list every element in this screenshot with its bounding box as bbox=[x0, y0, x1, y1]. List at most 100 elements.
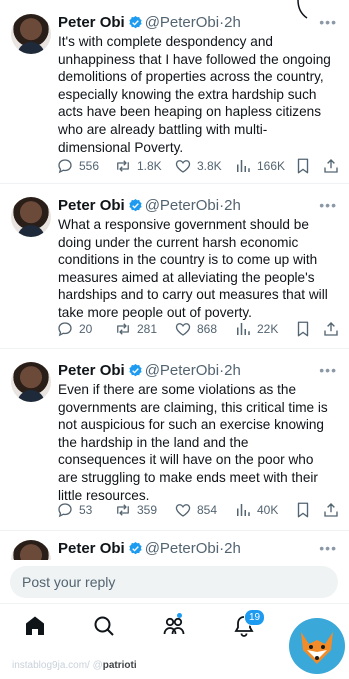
watermark-name: patrioti bbox=[102, 660, 137, 671]
tweet-text: It's with complete despondency and unhap… bbox=[58, 34, 331, 155]
repost-count: 1.8K bbox=[137, 159, 162, 173]
tweet-time[interactable]: 2h bbox=[224, 197, 241, 214]
verified-icon bbox=[129, 15, 142, 29]
views-button[interactable]: 166K bbox=[234, 157, 285, 175]
fox-icon bbox=[301, 632, 333, 664]
verified-icon bbox=[129, 198, 142, 212]
tweet[interactable]: Peter Obi @PeterObi·2h ••• Even if there … bbox=[0, 348, 349, 528]
tweet[interactable]: Peter Obi @PeterObi·2h ••• What a respons… bbox=[0, 183, 349, 348]
reply-count: 53 bbox=[79, 503, 93, 517]
author-name[interactable]: Peter Obi bbox=[58, 14, 125, 31]
share-icon bbox=[322, 157, 340, 175]
nav-home[interactable] bbox=[23, 614, 47, 643]
views-count: 40K bbox=[257, 503, 279, 517]
author-name[interactable]: Peter Obi bbox=[58, 540, 125, 557]
reply-count: 556 bbox=[79, 159, 100, 173]
author-handle: @PeterObi bbox=[144, 197, 220, 214]
tweet-header: Peter Obi @PeterObi·2h bbox=[58, 540, 241, 558]
avatar[interactable] bbox=[11, 362, 51, 402]
tweet[interactable]: Peter Obi @PeterObi·2h ••• bbox=[0, 526, 349, 560]
timeline: Peter Obi @PeterObi·2h ••• It's with comp… bbox=[0, 0, 349, 560]
share-icon bbox=[322, 320, 340, 338]
reply-placeholder: Post your reply bbox=[22, 574, 116, 590]
more-icon[interactable]: ••• bbox=[319, 362, 337, 378]
views-icon bbox=[234, 157, 252, 175]
bookmark-button[interactable] bbox=[294, 320, 312, 338]
author-name[interactable]: Peter Obi bbox=[58, 197, 125, 214]
more-icon[interactable]: ••• bbox=[319, 197, 337, 213]
repost-count: 359 bbox=[137, 503, 158, 517]
like-button[interactable]: 868 bbox=[174, 320, 217, 338]
share-button[interactable] bbox=[322, 157, 340, 175]
repost-count: 281 bbox=[137, 322, 158, 336]
bookmark-icon bbox=[294, 157, 312, 175]
verified-icon bbox=[129, 363, 142, 377]
like-icon bbox=[174, 501, 192, 519]
repost-button[interactable]: 359 bbox=[114, 501, 157, 519]
repost-icon bbox=[114, 320, 132, 338]
reply-button[interactable]: 53 bbox=[56, 501, 92, 519]
verified-icon bbox=[129, 541, 142, 555]
like-count: 868 bbox=[197, 322, 218, 336]
reply-button[interactable]: 20 bbox=[56, 320, 92, 338]
like-icon bbox=[174, 320, 192, 338]
like-button[interactable]: 3.8K bbox=[174, 157, 222, 175]
tweet-actions: 556 1.8K 3.8K 166K bbox=[56, 157, 340, 179]
reply-button[interactable]: 556 bbox=[56, 157, 99, 175]
tweet-actions: 53 359 854 40K bbox=[56, 501, 340, 523]
views-button[interactable]: 40K bbox=[234, 501, 278, 519]
new-indicator-dot bbox=[177, 613, 182, 618]
tweet-text: Even if there are some violations as the… bbox=[58, 382, 328, 503]
author-handle: @PeterObi bbox=[144, 14, 220, 31]
tweet-header: Peter Obi @PeterObi·2h bbox=[58, 362, 241, 380]
like-icon bbox=[174, 157, 192, 175]
home-icon bbox=[26, 616, 44, 635]
like-button[interactable]: 854 bbox=[174, 501, 217, 519]
tweet-time[interactable]: 2h bbox=[224, 540, 241, 557]
like-count: 854 bbox=[197, 503, 218, 517]
like-count: 3.8K bbox=[197, 159, 222, 173]
author-name[interactable]: Peter Obi bbox=[58, 362, 125, 379]
avatar[interactable] bbox=[11, 14, 51, 54]
repost-button[interactable]: 281 bbox=[114, 320, 157, 338]
author-handle: @PeterObi bbox=[144, 540, 220, 557]
watermark: instablog9ja.com/ @patrioti bbox=[12, 660, 137, 671]
repost-icon bbox=[114, 157, 132, 175]
tweet[interactable]: Peter Obi @PeterObi·2h ••• It's with comp… bbox=[0, 0, 349, 180]
views-button[interactable]: 22K bbox=[234, 320, 278, 338]
reply-input[interactable]: Post your reply bbox=[10, 566, 338, 598]
author-handle: @PeterObi bbox=[144, 362, 220, 379]
nav-communities[interactable] bbox=[162, 613, 186, 643]
repost-button[interactable]: 1.8K bbox=[114, 157, 162, 175]
reply-count: 20 bbox=[79, 322, 93, 336]
communities-icon bbox=[163, 617, 185, 635]
bookmark-icon bbox=[294, 320, 312, 338]
avatar[interactable] bbox=[11, 197, 51, 237]
reply-icon bbox=[56, 157, 74, 175]
tweet-text: What a responsive government should be d… bbox=[58, 217, 328, 320]
bookmark-button[interactable] bbox=[294, 157, 312, 175]
share-button[interactable] bbox=[322, 320, 340, 338]
share-icon bbox=[322, 501, 340, 519]
reply-icon bbox=[56, 320, 74, 338]
bookmark-button[interactable] bbox=[294, 501, 312, 519]
reply-icon bbox=[56, 501, 74, 519]
tweet-time[interactable]: 2h bbox=[224, 362, 241, 379]
avatar[interactable] bbox=[11, 540, 51, 560]
notifications-badge: 19 bbox=[244, 609, 265, 626]
nav-search[interactable] bbox=[92, 614, 116, 643]
views-icon bbox=[234, 320, 252, 338]
bookmark-icon bbox=[294, 501, 312, 519]
tweet-header: Peter Obi @PeterObi·2h bbox=[58, 14, 241, 32]
fox-mascot-avatar[interactable] bbox=[289, 618, 345, 674]
search-icon bbox=[94, 616, 114, 636]
share-button[interactable] bbox=[322, 501, 340, 519]
more-icon[interactable]: ••• bbox=[319, 14, 337, 30]
tweet-header: Peter Obi @PeterObi·2h bbox=[58, 197, 241, 215]
more-icon[interactable]: ••• bbox=[319, 540, 337, 556]
tweet-time[interactable]: 2h bbox=[224, 14, 241, 31]
tweet-actions: 20 281 868 22K bbox=[56, 320, 340, 342]
nav-notifications[interactable]: 19 bbox=[232, 609, 265, 643]
views-icon bbox=[234, 501, 252, 519]
watermark-prefix: instablog9ja.com/ @ bbox=[12, 660, 103, 671]
